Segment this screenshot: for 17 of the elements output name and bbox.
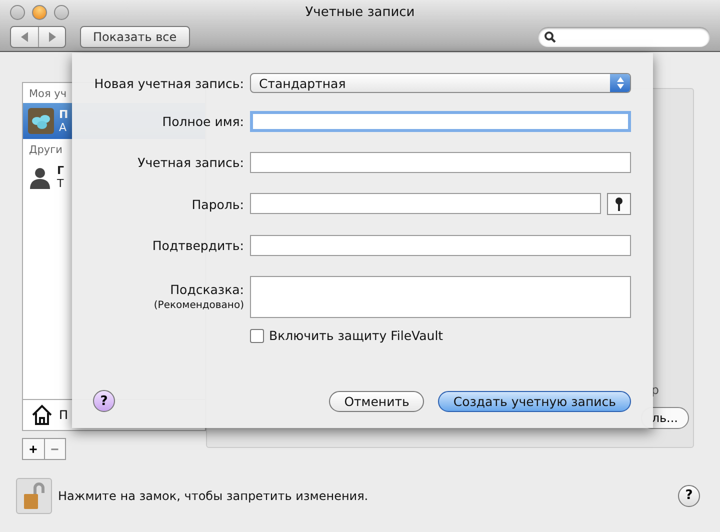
field-label: Новая учетная запись: — [93, 76, 244, 90]
option-text: р — [651, 382, 659, 397]
section-header: Моя уч — [28, 86, 68, 102]
account-name: Г — [57, 164, 64, 177]
section-header: Други — [28, 142, 64, 158]
checkbox-label: Включить защиту FileVault — [269, 328, 444, 343]
account-name: П — [59, 108, 68, 121]
field-label: Пароль: — [190, 196, 244, 212]
field-sublabel: (Рекомендовано) — [154, 300, 244, 311]
account-role: А — [59, 120, 68, 134]
field-label: Подтвердить: — [151, 238, 244, 253]
account-role: Т — [57, 176, 64, 190]
lock-hint-text: Нажмите на замок, чтобы запретить изменения. — [58, 488, 368, 503]
window-title: Учетные записи — [305, 4, 415, 20]
field-label: Учетная запись: — [136, 155, 244, 170]
field-label: Полное имя: — [161, 114, 244, 129]
field-label: Подсказка: — [170, 282, 244, 297]
